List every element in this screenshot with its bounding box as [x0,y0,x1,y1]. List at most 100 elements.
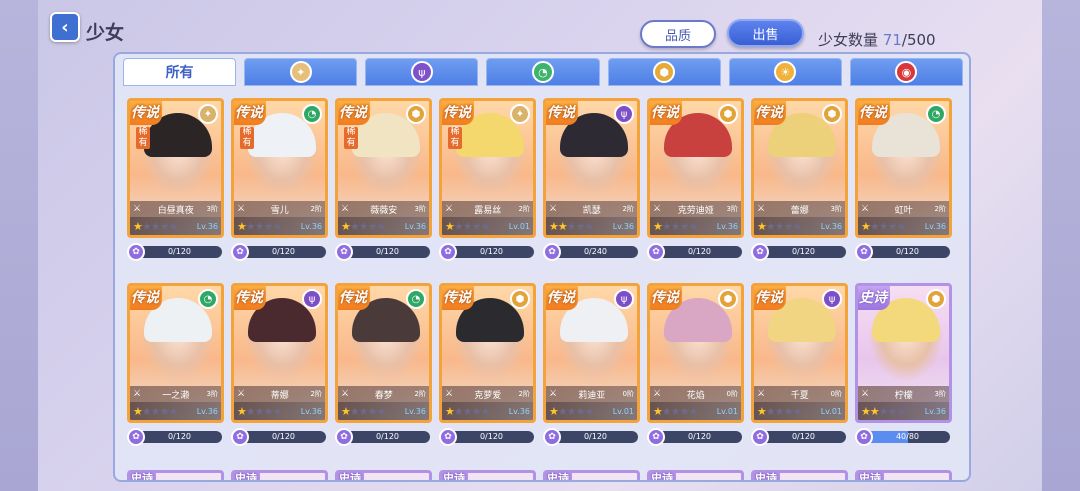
girl-card[interactable]: 传说 ◔ ⚔ 虹叶 2阶 ★★★★★ Lv.36 [855,98,952,238]
girl-name-bar: ⚔ 雪儿 2阶 [234,201,325,217]
girl-name: 春梦 [374,390,393,401]
girl-card[interactable]: 传说 ⬢ ⚔ 蕾娜 3阶 ★★★★★ Lv.36 [751,98,848,238]
star-icon: ★ [557,219,568,233]
girl-name-bar: ⚔ 薇薇安 3阶 [338,201,429,217]
star-icon: ★ [861,404,871,418]
star-rating: ★★★★★ [445,405,509,418]
girl-card-partial[interactable]: 史诗 [647,470,744,480]
girl-level: Lv.36 [300,406,322,416]
tab-dark-element[interactable]: ψ [365,58,479,86]
tab-sun-element[interactable]: ☀ [728,58,842,86]
star-rating: ★★★★★ [653,220,717,233]
star-icon: ★ [653,219,663,233]
fragment-progress: ✿ 40/80 [855,428,952,446]
star-icon: ★ [445,219,455,233]
star-icon: ★ [349,404,360,418]
girl-card[interactable]: 传说 稀有 ◔ ⚔ 雪儿 2阶 ★★★★★ Lv.36 [231,98,328,238]
star-icon: ★ [679,404,690,418]
girl-card-partial[interactable]: 史诗 [335,470,432,480]
girl-card-partial[interactable]: 史诗 [543,470,640,480]
star-level-bar: ★★★★★ Lv.36 [858,402,949,420]
girl-level: Lv.01 [612,406,634,416]
girl-name-bar: ⚔ 克萝爱 2阶 [442,386,533,402]
fragment-count: 0/120 [375,247,400,256]
girl-card[interactable]: 传说 ψ ⚔ 千夏 0阶 ★★★★★ Lv.01 [751,283,848,423]
girl-stage: 0阶 [726,390,738,398]
star-rating: ★★★★★ [237,220,301,233]
tab-fire-element[interactable]: ◉ [849,58,963,86]
rarity-badge: 史诗 [856,470,884,480]
girl-card-partial[interactable]: 史诗 [127,470,224,480]
fragment-icon: ✿ [855,243,873,261]
star-icon: ★ [367,219,378,233]
back-button[interactable]: ‹ [50,12,80,42]
wind-element-icon: ◔ [198,289,218,309]
girl-card[interactable]: 传说 ⬢ ⚔ 克萝爱 2阶 ★★★★★ Lv.36 [439,283,536,423]
rarity-badge: 传说 [130,286,162,310]
girl-card[interactable]: 传说 ψ ⚔ 凯瑟 2阶 ★★★★★ Lv.36 [543,98,640,238]
girl-slot: 传说 ◔ ⚔ 春梦 2阶 ★★★★★ Lv.36 ✿ 0/120 [335,283,432,458]
star-icon: ★ [150,219,161,233]
star-rating: ★★★★★ [861,220,925,233]
light-element-icon: ✦ [510,104,530,124]
girl-card[interactable]: 传说 ψ ⚔ 蒂娜 2阶 ★★★★★ Lv.36 [231,283,328,423]
girl-card[interactable]: 传说 ⬢ ⚔ 克劳迪娅 3阶 ★★★★★ Lv.36 [647,98,744,238]
girl-card-partial[interactable]: 史诗 [855,470,952,480]
star-level-bar: ★★★★★ Lv.36 [234,402,325,420]
star-icon: ★ [133,219,143,233]
rarity-badge: 史诗 [440,470,468,480]
star-icon: ★ [783,219,794,233]
girl-name: 克劳迪娅 [677,205,714,216]
star-icon: ★ [774,219,785,233]
star-icon: ★ [341,219,351,233]
girl-card[interactable]: 史诗 ⬢ ⚔ 柠檬 3阶 ★★★★★ Lv.36 [855,283,952,423]
fragment-icon: ✿ [231,428,249,446]
rarity-badge: 传说 [234,101,266,125]
rare-tag: 稀有 [136,127,150,149]
girl-card[interactable]: 传说 ⬢ ⚔ 花焰 0阶 ★★★★★ Lv.01 [647,283,744,423]
tab-all[interactable]: 所有 [123,58,237,86]
class-icon: ⚔ [861,389,870,399]
girl-level: Lv.01 [820,406,842,416]
class-icon: ⚔ [237,204,246,214]
girl-level: Lv.36 [716,221,738,231]
star-icon: ★ [869,404,880,418]
girl-name-bar: ⚔ 凯瑟 2阶 [546,201,637,217]
girl-card[interactable]: 传说 ◔ ⚔ 春梦 2阶 ★★★★★ Lv.36 [335,283,432,423]
fragment-icon: ✿ [855,428,873,446]
star-icon: ★ [792,404,803,418]
girl-card-partial[interactable]: 史诗 [231,470,328,480]
girl-card[interactable]: 传说 稀有 ⬢ ⚔ 薇薇安 3阶 ★★★★★ Lv.36 [335,98,432,238]
fragment-progress: ✿ 0/120 [647,428,744,446]
girl-card-partial[interactable]: 史诗 [751,470,848,480]
girl-card[interactable]: 传说 稀有 ✦ ⚔ 白昼真夜 3阶 ★★★★★ Lv.36 [127,98,224,238]
girl-card[interactable]: 传说 稀有 ✦ ⚔ 露易丝 2阶 ★★★★★ Lv.01 [439,98,536,238]
girl-name-bar: ⚔ 蒂娜 2阶 [234,386,325,402]
girl-slot: 传说 ◔ ⚔ 一之濑 3阶 ★★★★★ Lv.36 ✿ 0/120 [127,283,224,458]
earth-element-icon: ⬢ [718,289,738,309]
class-icon: ⚔ [237,389,246,399]
rare-tag: 稀有 [448,127,462,149]
star-icon: ★ [471,404,482,418]
girl-card-partial[interactable]: 史诗 [439,470,536,480]
star-icon: ★ [757,219,767,233]
quality-filter-button[interactable]: 品质 [640,20,716,48]
girl-stage: 3阶 [414,205,426,213]
girl-count-total: /500 [901,31,936,49]
girl-card[interactable]: 传说 ψ ⚔ 莉迪亚 0阶 ★★★★★ Lv.01 [543,283,640,423]
fragment-progress: ✿ 0/120 [335,243,432,261]
star-icon: ★ [774,404,785,418]
tab-earth-element[interactable]: ⬢ [607,58,721,86]
girl-slot: 传说 ψ ⚔ 蒂娜 2阶 ★★★★★ Lv.36 ✿ 0/120 [231,283,328,458]
fragment-icon: ✿ [543,243,561,261]
star-level-bar: ★★★★★ Lv.01 [546,402,637,420]
girl-card[interactable]: 传说 ◔ ⚔ 一之濑 3阶 ★★★★★ Lv.36 [127,283,224,423]
earth-element-icon: ⬢ [926,289,946,309]
fire-element-icon: ◉ [895,61,918,83]
tab-wind-element[interactable]: ◔ [486,58,600,86]
class-icon: ⚔ [133,389,142,399]
sell-button[interactable]: 出售 [727,19,804,47]
tab-light-element[interactable]: ✦ [244,58,358,86]
star-icon: ★ [679,219,690,233]
star-icon: ★ [349,219,360,233]
